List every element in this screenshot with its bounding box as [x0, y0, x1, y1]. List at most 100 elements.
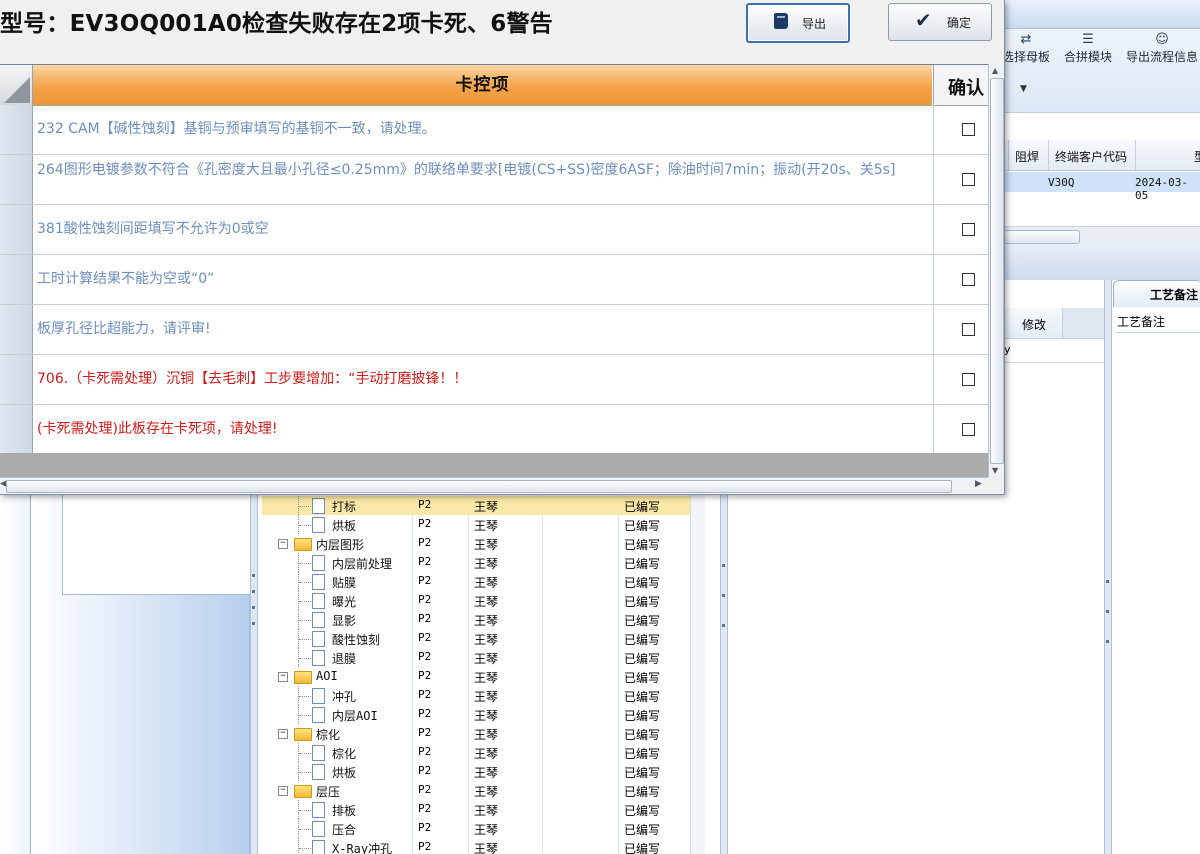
tree-connector — [299, 829, 311, 830]
empty-column-header — [1062, 308, 1105, 338]
column-header-end-customer-code[interactable]: 终端客户代码 — [1055, 148, 1127, 165]
tree-node[interactable]: − 内层图形 P2 王琴 已编写 — [262, 534, 704, 553]
row-header[interactable] — [0, 155, 33, 204]
tree-node[interactable]: 显影 P2 王琴 已编写 — [262, 610, 704, 629]
scroll-right-arrow-icon[interactable]: ▶ — [975, 479, 982, 489]
vertical-scrollbar-thumb[interactable] — [990, 78, 1004, 464]
process-remark-field[interactable]: 工艺备注 — [1115, 310, 1200, 333]
modify-row[interactable]: y — [1004, 340, 1104, 363]
confirm-cell[interactable] — [933, 205, 989, 254]
tab-process-remark[interactable]: 工艺备注 — [1113, 280, 1200, 307]
right-splitter[interactable] — [1104, 280, 1112, 854]
check-item-row[interactable]: 706.（卡死需处理）沉铜【去毛刺】工步要增加：“手动打磨披锋！！ — [0, 355, 988, 405]
dropdown-arrow-icon[interactable]: ▼ — [1020, 84, 1027, 94]
check-item-text: 工时计算结果不能为空或“0” — [37, 271, 215, 287]
order-grid-row[interactable]: V30Q 2024-03-05 — [1004, 172, 1200, 202]
process-tree-vertical-scrollbar[interactable] — [690, 494, 705, 854]
tab-process-remark-label: 工艺备注 — [1150, 288, 1199, 302]
tree-node[interactable]: − 层压 P2 王琴 已编写 — [262, 781, 704, 800]
select-all-corner[interactable] — [0, 65, 33, 106]
modify-column-label[interactable]: 修改 — [1022, 316, 1046, 333]
row-header[interactable] — [0, 205, 33, 254]
scroll-down-arrow-icon[interactable]: ▼ — [992, 466, 998, 475]
tree-node[interactable]: 曝光 P2 王琴 已编写 — [262, 591, 704, 610]
confirm-checkbox[interactable] — [962, 373, 975, 386]
grid-horizontal-scrollbar[interactable]: ◀ ▶ — [0, 477, 988, 494]
row-header[interactable] — [0, 105, 33, 154]
left-splitter[interactable] — [250, 494, 258, 854]
tree-node[interactable]: 棕化 P2 王琴 已编写 — [262, 743, 704, 762]
check-item-row[interactable]: (卡死需处理)此板存在卡死项，请处理! — [0, 405, 988, 455]
tree-node[interactable]: 排板 P2 王琴 已编写 — [262, 800, 704, 819]
tree-node-label: 内层AOI — [332, 709, 378, 723]
check-item-row[interactable]: 板厚孔径比超能力，请评审! — [0, 305, 988, 355]
tree-node[interactable]: 内层前处理 P2 王琴 已编写 — [262, 553, 704, 572]
confirm-checkbox[interactable] — [962, 223, 975, 236]
row-header[interactable] — [0, 405, 33, 454]
tree-connector — [299, 582, 311, 583]
column-header-model[interactable]: 型 — [1194, 148, 1200, 165]
tree-node[interactable]: 退膜 P2 王琴 已编写 — [262, 648, 704, 667]
column-header-solder-mask[interactable]: 阻焊 — [1015, 148, 1039, 165]
check-item-text: 232 CAM【碱性蚀刻】基铜与预审填写的基铜不一致，请处理。 — [37, 121, 436, 137]
confirm-cell[interactable] — [933, 405, 989, 454]
tree-node[interactable]: 冲孔 P2 王琴 已编写 — [262, 686, 704, 705]
tree-node[interactable]: X-Ray冲孔 P2 王琴 已编写 — [262, 838, 704, 854]
check-item-row[interactable]: 工时计算结果不能为空或“0” — [0, 255, 988, 305]
tree-node[interactable]: 压合 P2 王琴 已编写 — [262, 819, 704, 838]
tree-node-operator: 王琴 — [474, 633, 499, 647]
check-item-row[interactable]: 264图形电镀参数不符合《孔密度大且最小孔径≤0.25mm》的联络单要求[电镀(… — [0, 155, 988, 205]
tree-node-status: 已编写 — [624, 557, 661, 571]
splitter-grip — [252, 574, 255, 577]
tree-node[interactable]: 烘板 P2 王琴 已编写 — [262, 515, 704, 534]
order-grid-header: 阻焊 终端客户代码 型 — [1004, 140, 1200, 171]
scrollbar-thumb[interactable] — [1004, 230, 1080, 244]
document-icon — [312, 650, 325, 666]
merge-module-button[interactable]: ☰ 合拼模块 — [1064, 32, 1112, 65]
row-header[interactable] — [0, 305, 33, 354]
tree-node[interactable]: 酸性蚀刻 P2 王琴 已编写 — [262, 629, 704, 648]
check-item-row[interactable]: 381酸性蚀刻间距填写不允许为0或空 — [0, 205, 988, 255]
horizontal-scrollbar-thumb[interactable] — [6, 480, 952, 493]
order-grid-horizontal-scrollbar[interactable] — [1004, 226, 1200, 245]
select-mother-board-button[interactable]: ⇄ 选择母板 — [1002, 32, 1050, 65]
confirm-checkbox[interactable] — [962, 273, 975, 286]
export-flow-info-button[interactable]: ☺ 导出流程信息 — [1126, 32, 1198, 65]
confirm-checkbox[interactable] — [962, 423, 975, 436]
tree-node[interactable]: 贴膜 P2 王琴 已编写 — [262, 572, 704, 591]
ok-button[interactable]: ✔ 确定 — [888, 3, 992, 41]
confirm-checkbox[interactable] — [962, 123, 975, 136]
tree-node[interactable]: 烘板 P2 王琴 已编写 — [262, 762, 704, 781]
tree-node-code: P2 — [418, 764, 432, 777]
grid-vertical-scrollbar[interactable]: ▲ ▼ — [988, 64, 1004, 477]
collapse-toggle-icon[interactable]: − — [278, 729, 288, 739]
tree-node[interactable]: 打标 P2 王琴 已编写 — [262, 496, 704, 515]
tree-node-operator: 王琴 — [474, 823, 499, 837]
column-header-confirm[interactable]: 确认 — [933, 65, 989, 106]
confirm-cell[interactable] — [933, 355, 989, 404]
scroll-up-arrow-icon[interactable]: ▲ — [992, 66, 998, 75]
splitter-grip — [722, 594, 725, 597]
collapse-toggle-icon[interactable]: − — [278, 786, 288, 796]
confirm-cell[interactable] — [933, 105, 989, 154]
confirm-cell[interactable] — [933, 305, 989, 354]
tree-node[interactable]: − AOI P2 王琴 已编写 — [262, 667, 704, 686]
confirm-checkbox[interactable] — [962, 173, 975, 186]
collapse-toggle-icon[interactable]: − — [278, 672, 288, 682]
row-header[interactable] — [0, 255, 33, 304]
collapse-toggle-icon[interactable]: − — [278, 539, 288, 549]
confirm-cell[interactable] — [933, 255, 989, 304]
column-header-check-item[interactable]: 卡控项 — [33, 65, 932, 106]
confirm-cell[interactable] — [933, 155, 989, 204]
check-item-row[interactable]: 232 CAM【碱性蚀刻】基铜与预审填写的基铜不一致，请处理。 — [0, 105, 988, 155]
middle-splitter[interactable] — [720, 494, 728, 854]
tree-node[interactable]: − 棕化 P2 王琴 已编写 — [262, 724, 704, 743]
tree-node-status: 已编写 — [624, 842, 661, 854]
export-button[interactable]: 导出 — [746, 3, 850, 43]
splitter-grip — [252, 590, 255, 593]
confirm-checkbox[interactable] — [962, 323, 975, 336]
tree-node[interactable]: 内层AOI P2 王琴 已编写 — [262, 705, 704, 724]
smile-icon: ☺ — [1155, 32, 1169, 47]
row-header[interactable] — [0, 355, 33, 404]
checkmark-icon: ✔ — [915, 8, 932, 32]
